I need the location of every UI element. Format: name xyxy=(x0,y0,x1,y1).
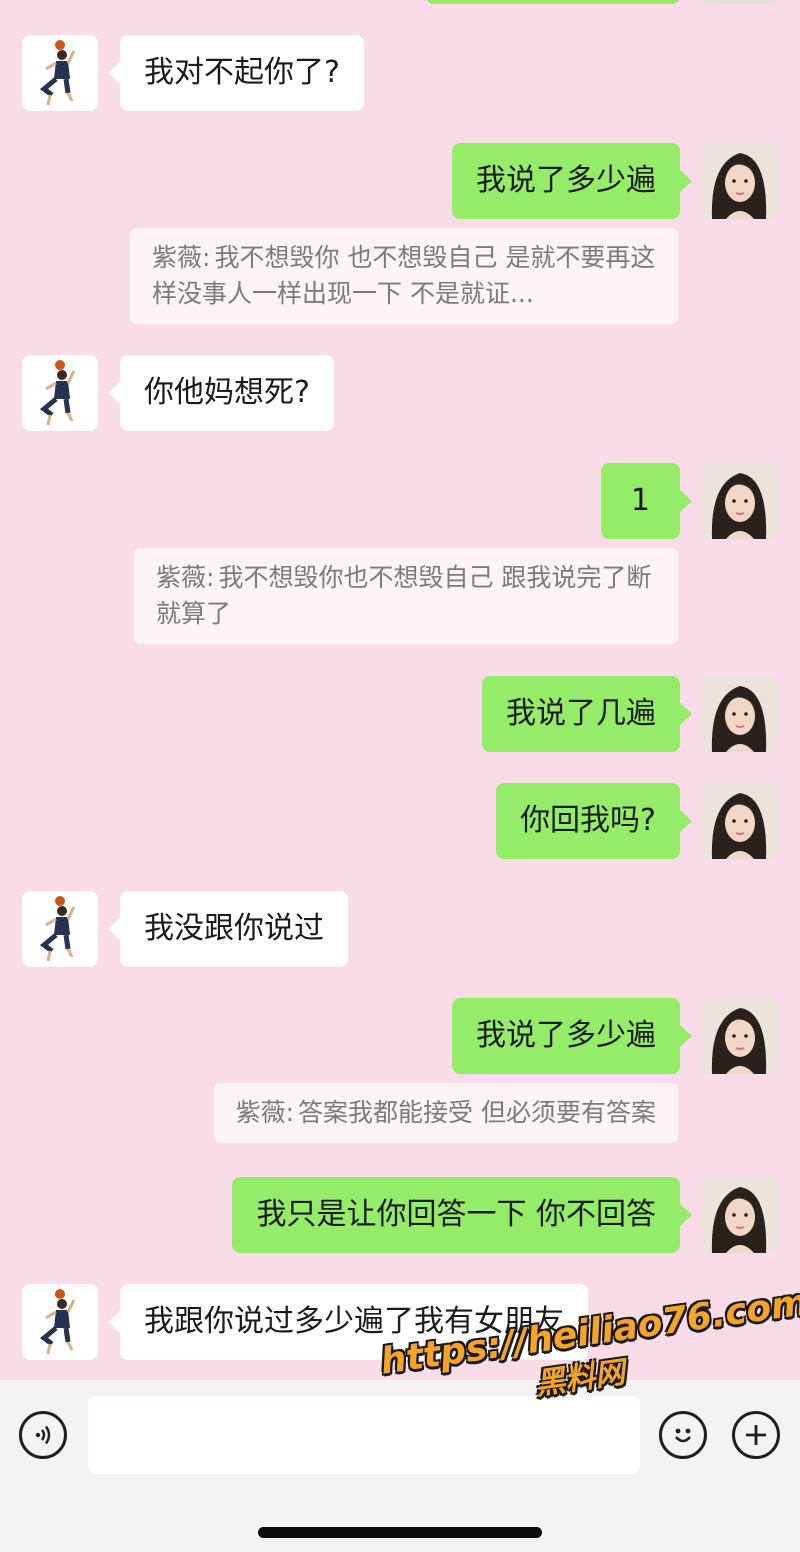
message-input[interactable] xyxy=(88,1396,640,1474)
quote-sender: 紫薇: xyxy=(156,563,215,592)
my-avatar-partial[interactable] xyxy=(702,0,778,4)
message-text: 我对不起你了? xyxy=(144,55,340,90)
plus-icon xyxy=(746,1425,766,1445)
emoji-button[interactable] xyxy=(659,1411,707,1459)
quote-text: 我不想毁你也不想毁自己 跟我说完了断就算了 xyxy=(156,563,652,628)
basketball-player-icon xyxy=(39,360,76,426)
outgoing-message[interactable]: 我说了几遍 xyxy=(482,676,692,752)
quote-text: 答案我都能接受 但必须要有答案 xyxy=(298,1098,656,1127)
incoming-message[interactable]: 你他妈想死? xyxy=(108,355,334,431)
my-avatar[interactable] xyxy=(702,463,778,539)
my-avatar[interactable] xyxy=(702,143,778,219)
my-avatar[interactable] xyxy=(702,676,778,752)
contact-avatar[interactable] xyxy=(22,1284,98,1360)
outgoing-message[interactable]: 我说了多少遍 xyxy=(452,998,692,1074)
quote-sender: 紫薇: xyxy=(152,243,211,272)
quoted-message[interactable]: 紫薇: 我不想毁你也不想毁自己 跟我说完了断就算了 xyxy=(134,548,678,644)
woman-portrait-icon xyxy=(702,143,778,219)
outgoing-message[interactable]: 你回我吗? xyxy=(496,783,692,859)
incoming-message[interactable]: 我对不起你了? xyxy=(108,35,364,111)
message-text: 我没跟你说过 xyxy=(144,911,324,946)
basketball-player-icon xyxy=(39,1289,76,1355)
quoted-message[interactable]: 紫薇: 我不想毁你 也不想毁自己 是就不要再这样没事人一样出现一下 不是就证... xyxy=(130,228,678,324)
contact-avatar[interactable] xyxy=(22,891,98,967)
basketball-player-icon xyxy=(39,40,76,106)
quote-sender: 紫薇: xyxy=(235,1098,295,1127)
message-text: 我跟你说过多少遍了我有女朋友 xyxy=(144,1304,564,1339)
incoming-message[interactable]: 我没跟你说过 xyxy=(108,891,348,967)
outgoing-message[interactable]: 我说了多少遍 xyxy=(452,143,692,219)
message-text: 我说了几遍 xyxy=(506,696,656,731)
my-avatar[interactable] xyxy=(702,998,778,1074)
my-avatar[interactable] xyxy=(702,783,778,859)
voice-icon xyxy=(35,1425,51,1445)
input-bar xyxy=(0,1380,800,1552)
message-text: 你回我吗? xyxy=(520,803,656,838)
quoted-message[interactable]: 紫薇: 答案我都能接受 但必须要有答案 xyxy=(213,1083,678,1143)
message-text: 你他妈想死? xyxy=(144,375,310,410)
emoji-icon xyxy=(675,1428,691,1443)
contact-avatar[interactable] xyxy=(22,355,98,431)
home-indicator[interactable] xyxy=(258,1527,542,1538)
my-avatar[interactable] xyxy=(702,1177,778,1253)
woman-portrait-icon xyxy=(702,463,778,539)
message-text: 我说了多少遍 xyxy=(476,1018,656,1053)
chat-area[interactable]: 我对不起你了? 我说了多少遍 紫薇: 我不想毁你 也不想毁自己 是就不要再这样没事… xyxy=(0,0,800,1380)
message-text: 我说了多少遍 xyxy=(476,163,656,198)
outgoing-message[interactable]: 我只是让你回答一下 你不回答 xyxy=(232,1177,692,1253)
outgoing-message[interactable]: 1 xyxy=(600,463,693,539)
message-text: 1 xyxy=(630,483,650,518)
basketball-player-icon xyxy=(39,896,76,962)
add-button[interactable] xyxy=(732,1411,780,1459)
voice-button[interactable] xyxy=(19,1411,67,1459)
message-text: 我只是让你回答一下 你不回答 xyxy=(256,1197,656,1232)
woman-portrait-icon xyxy=(702,1177,778,1253)
incoming-message[interactable]: 我跟你说过多少遍了我有女朋友 xyxy=(108,1284,588,1360)
outgoing-bubble-partial[interactable] xyxy=(426,0,680,4)
quote-text: 我不想毁你 也不想毁自己 是就不要再这样没事人一样出现一下 不是就证... xyxy=(152,243,656,308)
woman-portrait-icon xyxy=(702,783,778,859)
woman-portrait-icon xyxy=(702,998,778,1074)
woman-portrait-icon xyxy=(702,676,778,752)
contact-avatar[interactable] xyxy=(22,35,98,111)
